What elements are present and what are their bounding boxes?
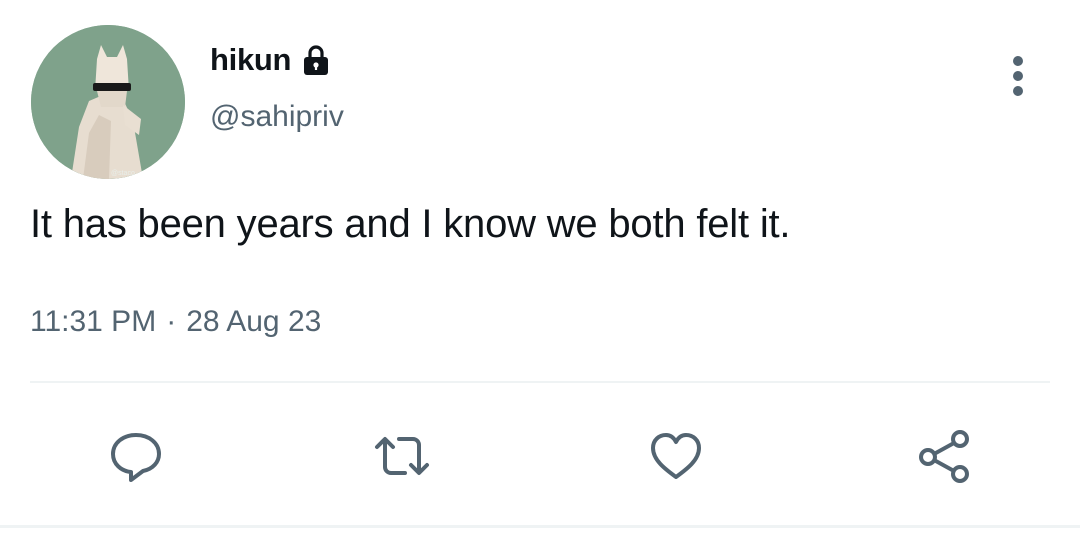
tweet-time[interactable]: 11:31 PM xyxy=(30,305,156,339)
avatar-watermark: @staco xyxy=(111,170,135,177)
more-vertical-icon[interactable] xyxy=(1000,52,1036,100)
tweet-card: @staco hikun @sahipriv It has been years… xyxy=(0,0,1080,546)
more-dot xyxy=(1013,71,1023,81)
display-name[interactable]: hikun xyxy=(210,42,291,78)
avatar-image: @staco xyxy=(31,25,185,179)
heart-icon xyxy=(651,433,701,479)
share-icon xyxy=(919,430,969,483)
name-row: hikun xyxy=(210,38,333,82)
share-button[interactable] xyxy=(912,424,976,488)
retweet-button[interactable] xyxy=(370,424,434,488)
more-dot xyxy=(1013,56,1023,66)
reply-icon xyxy=(111,433,161,482)
tweet-meta: 11:31 PM · 28 Aug 23 xyxy=(30,305,321,339)
user-handle[interactable]: @sahipriv xyxy=(210,100,344,134)
avatar[interactable]: @staco xyxy=(31,25,185,179)
divider xyxy=(30,381,1050,383)
tweet-date[interactable]: 28 Aug 23 xyxy=(186,305,321,339)
meta-separator: · xyxy=(166,305,177,338)
tweet-text: It has been years and I know we both fel… xyxy=(30,202,791,246)
like-button[interactable] xyxy=(644,424,708,488)
retweet-icon xyxy=(375,437,429,475)
reply-button[interactable] xyxy=(104,424,168,488)
more-dot xyxy=(1013,86,1023,96)
lock-icon xyxy=(299,43,333,77)
bottom-divider xyxy=(0,525,1080,528)
